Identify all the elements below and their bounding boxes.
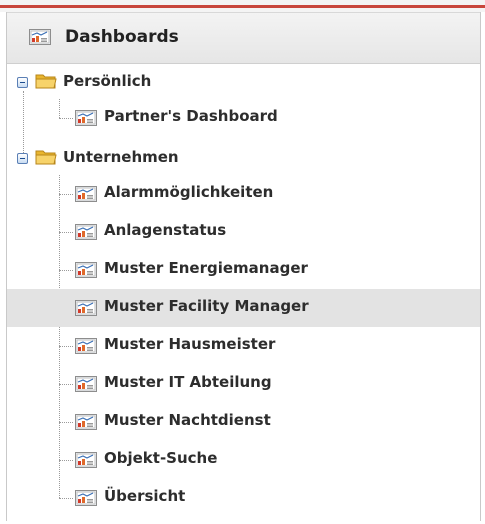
folder-open-icon <box>35 148 57 170</box>
tree-item-label: Muster Hausmeister <box>104 335 276 353</box>
tree-item-muster-energiemanager[interactable]: Muster Energiemanager <box>7 251 480 289</box>
folder-open-icon <box>35 72 57 94</box>
dashboard-icon <box>75 414 97 430</box>
dashboard-tree: Persönlich Partner's Dashboard Unternehm… <box>7 64 480 519</box>
tree-group-persoenlich[interactable]: Persönlich <box>7 64 480 102</box>
collapse-toggle-icon[interactable] <box>17 77 28 88</box>
tree-item-muster-it-abteilung[interactable]: Muster IT Abteilung <box>7 365 480 403</box>
tree-item-label: Partner's Dashboard <box>104 107 278 125</box>
tree-item-label: Muster Nachtdienst <box>104 411 271 429</box>
panel-header[interactable]: Dashboards <box>7 12 480 64</box>
panel-title: Dashboards <box>65 27 179 47</box>
tree-item-label: Muster Energiemanager <box>104 259 308 277</box>
tree-item-muster-facility-manager[interactable]: Muster Facility Manager <box>7 289 480 327</box>
tree-item-uebersicht[interactable]: Übersicht <box>7 479 480 517</box>
tree-item-anlagenstatus[interactable]: Anlagenstatus <box>7 213 480 251</box>
tree-item-muster-nachtdienst[interactable]: Muster Nachtdienst <box>7 403 480 441</box>
dashboard-icon <box>75 452 97 468</box>
tree-group-label: Persönlich <box>63 72 152 90</box>
dashboard-icon <box>75 300 97 316</box>
tree-item-partners-dashboard[interactable]: Partner's Dashboard <box>7 99 480 137</box>
window-top-strip <box>0 0 485 12</box>
tree-item-label: Muster Facility Manager <box>104 297 309 315</box>
tree-item-muster-hausmeister[interactable]: Muster Hausmeister <box>7 327 480 365</box>
tree-group-label: Unternehmen <box>63 148 179 166</box>
dashboard-icon <box>75 110 97 126</box>
dashboard-icon <box>75 224 97 240</box>
dashboards-panel: Dashboards Persönlich Partner's Dashboar… <box>6 12 481 521</box>
dashboard-icon <box>75 262 97 278</box>
dashboard-icon <box>75 376 97 392</box>
tree-item-label: Objekt-Suche <box>104 449 218 467</box>
tree-item-objekt-suche[interactable]: Objekt-Suche <box>7 441 480 479</box>
dashboard-icon <box>29 29 51 45</box>
collapse-toggle-icon[interactable] <box>17 153 28 164</box>
tree-group-unternehmen[interactable]: Unternehmen <box>7 140 480 178</box>
tree-item-alarmmoeglichkeiten[interactable]: Alarmmöglichkeiten <box>7 175 480 213</box>
dashboard-icon <box>75 338 97 354</box>
dashboard-icon <box>75 490 97 506</box>
tree-item-label: Muster IT Abteilung <box>104 373 272 391</box>
dashboard-icon <box>75 186 97 202</box>
tree-item-label: Alarmmöglichkeiten <box>104 183 274 201</box>
tree-item-label: Übersicht <box>104 487 186 505</box>
tree-item-label: Anlagenstatus <box>104 221 227 239</box>
